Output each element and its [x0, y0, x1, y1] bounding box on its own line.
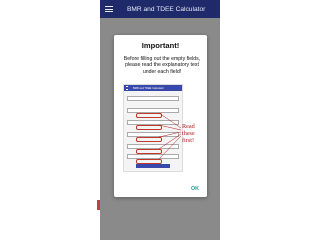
background-edge-marker	[97, 200, 100, 210]
read-these-first-note: Read these first!	[182, 123, 195, 145]
menu-icon[interactable]	[105, 6, 113, 12]
phone-screen: BMR and TDEE Calculator Important! Befor…	[100, 0, 220, 240]
illustration-hint-highlight	[136, 137, 162, 142]
app-bar: BMR and TDEE Calculator	[100, 0, 220, 18]
app-title: BMR and TDEE Calculator	[127, 5, 206, 13]
illustration-hint-highlight	[136, 159, 162, 164]
illustration-app-bar: BMR and TDEE Calculator	[124, 85, 182, 91]
illustration-field	[127, 96, 179, 101]
dialog-message: Before filling out the empty fields, ple…	[123, 56, 201, 75]
illustration-menu-icon	[126, 86, 128, 90]
illustration-app-title: BMR and TDEE Calculator	[133, 86, 164, 90]
important-dialog: Important! Before filling out the empty …	[114, 35, 207, 197]
dialog-title: Important!	[141, 41, 180, 50]
illustration-calculate-button	[136, 164, 170, 168]
illustration-hint-highlight	[136, 149, 162, 154]
instruction-illustration: BMR and TDEE Calculator	[123, 84, 183, 172]
ok-button[interactable]: OK	[188, 185, 202, 193]
illustration-hint-highlight	[136, 125, 162, 130]
illustration-hint-highlight	[136, 113, 162, 118]
